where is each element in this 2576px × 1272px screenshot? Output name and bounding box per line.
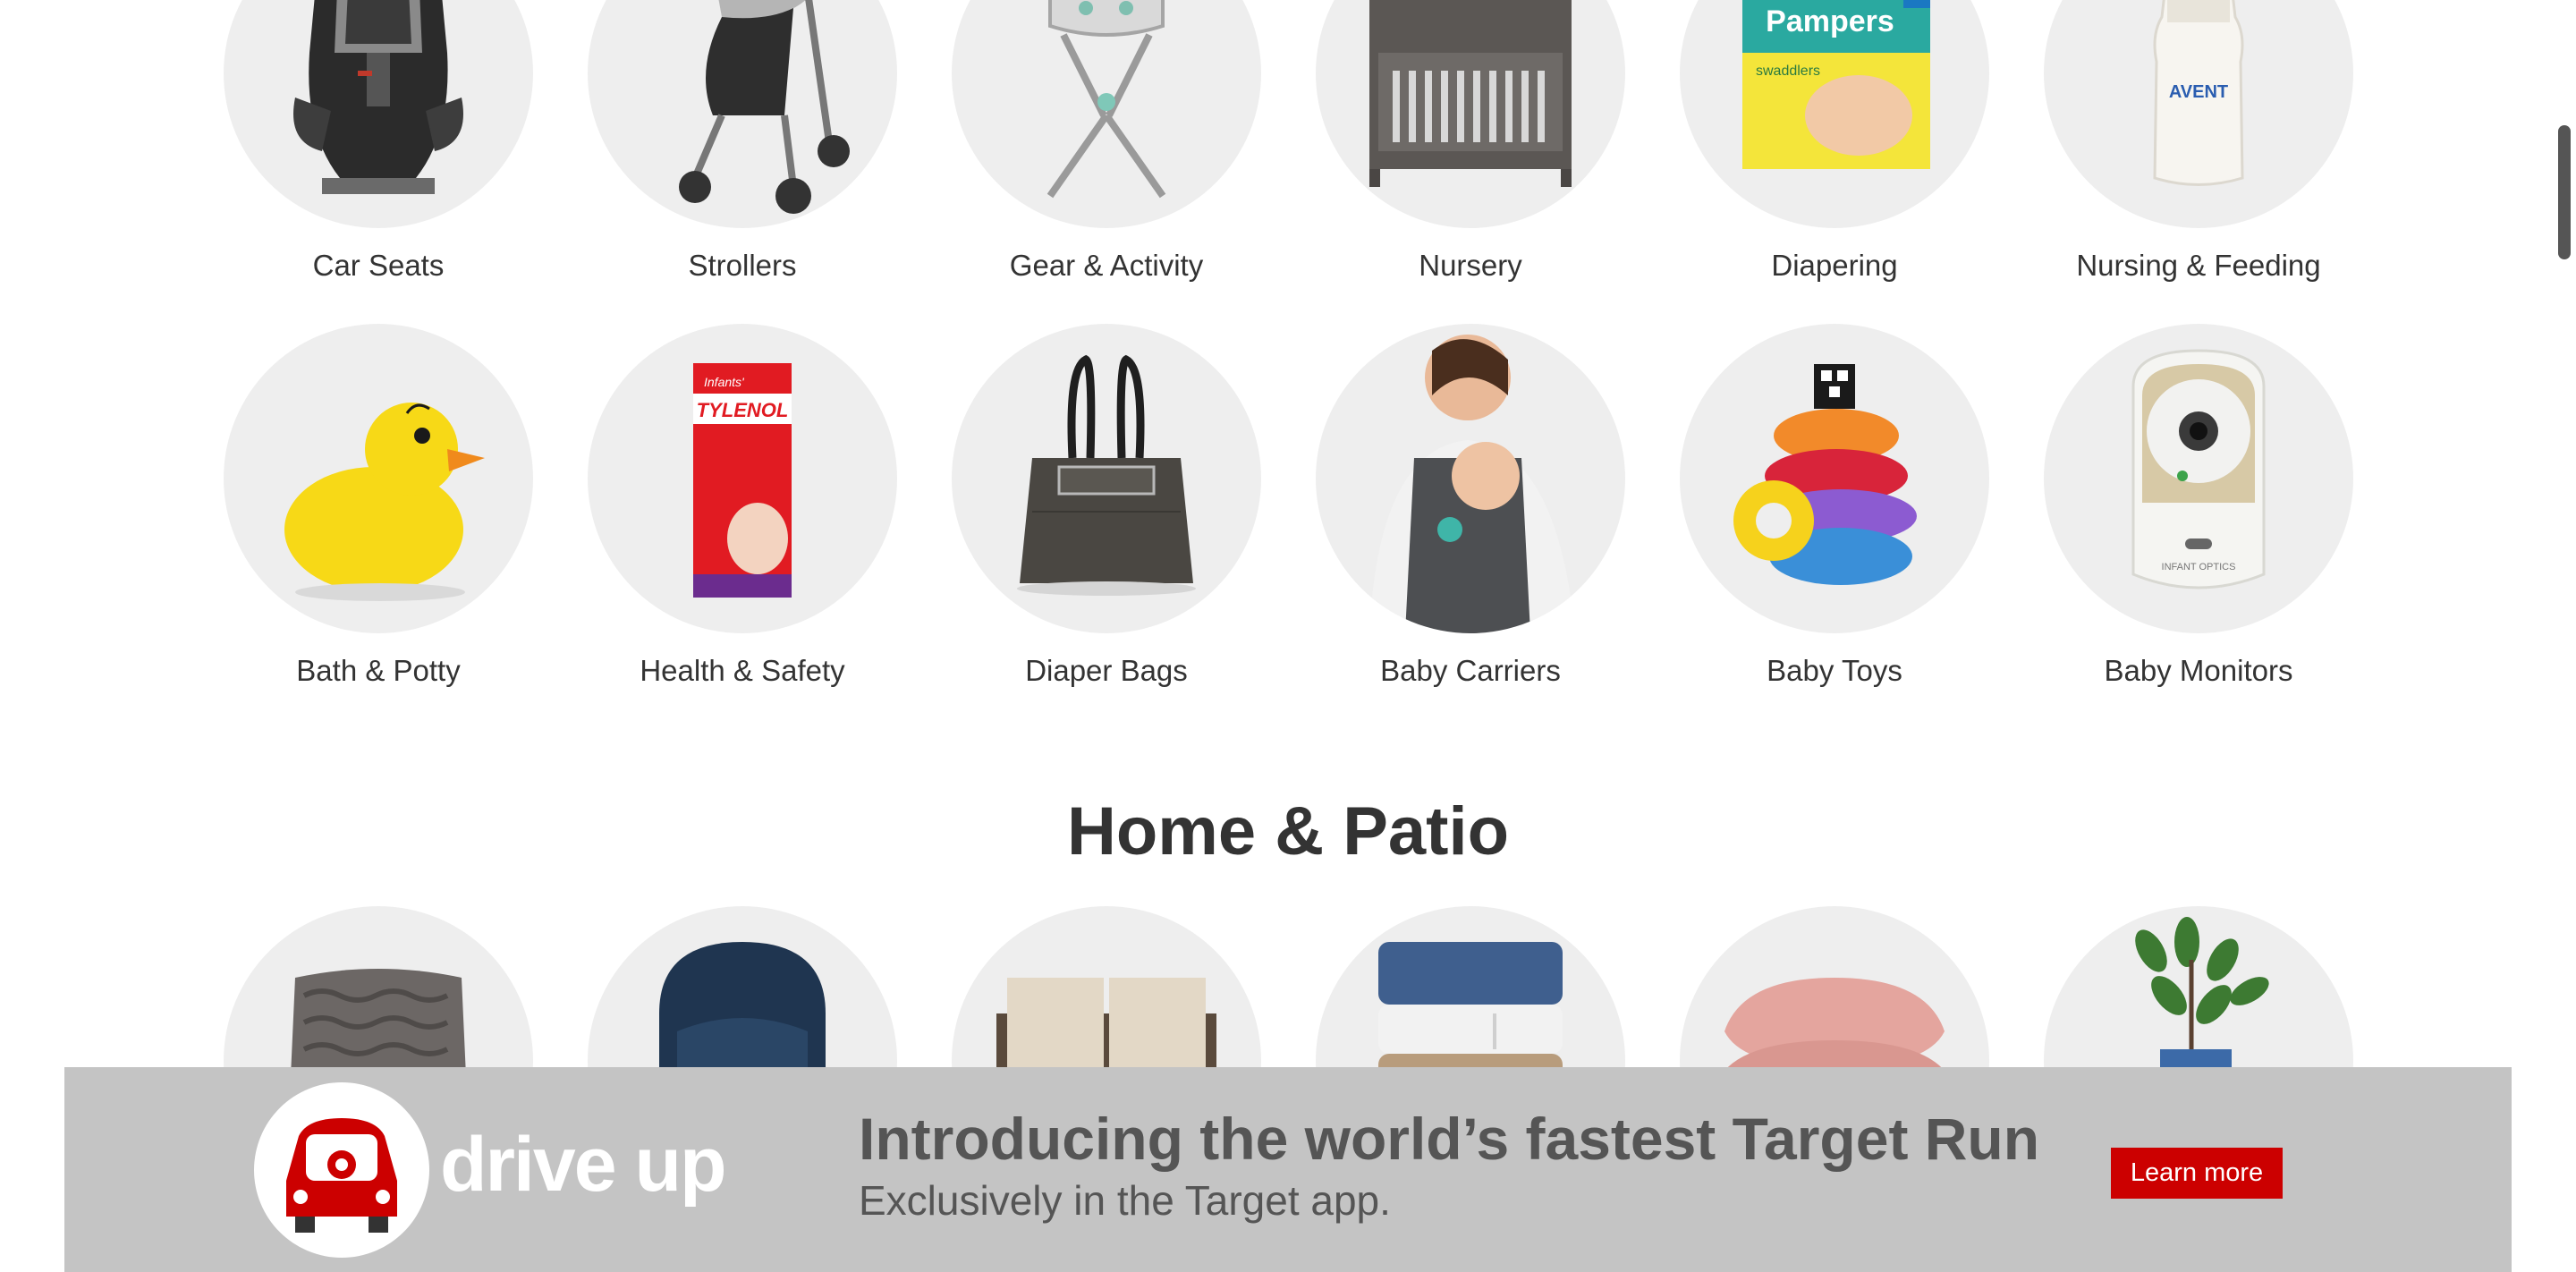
infants-text: Infants': [704, 375, 745, 389]
scrollbar-thumb[interactable]: [2558, 125, 2571, 259]
category-health-safety[interactable]: TYLENOL Infants' Health & Safety: [581, 324, 903, 689]
category-label: Car Seats: [312, 249, 445, 282]
baby-monitor-image[interactable]: INFANT OPTICS: [2044, 324, 2353, 633]
category-label: Nursery: [1419, 249, 1522, 282]
category-label: Baby Monitors: [2104, 654, 2293, 687]
car-icon: [286, 1118, 397, 1233]
stroller-image[interactable]: [588, 0, 897, 228]
tylenol-logo-text: TYLENOL: [697, 399, 789, 421]
drive-up-banner: drive up Introducing the world’s fastest…: [64, 1067, 2512, 1272]
category-label: Health & Safety: [640, 654, 845, 687]
baby-carrier-image[interactable]: [1316, 324, 1625, 633]
pampers-logo-text: Pampers: [1766, 4, 1894, 38]
category-diapering[interactable]: Pampers swaddlers Diapering: [1674, 0, 1996, 284]
category-strollers[interactable]: Strollers: [581, 0, 903, 284]
avent-logo-text: AVENT: [2169, 82, 2228, 102]
section-title-home-patio: Home & Patio: [1066, 793, 1510, 869]
banner-headline: Introducing the world’s fastest Target R…: [859, 1106, 2040, 1172]
category-baby-toys[interactable]: Baby Toys: [1674, 324, 1996, 689]
banner-subline: Exclusively in the Target app.: [859, 1177, 1391, 1224]
category-car-seats[interactable]: Car Seats: [217, 0, 539, 284]
drive-up-logo-text: drive up: [440, 1122, 727, 1208]
rubber-duck-image[interactable]: [224, 324, 533, 633]
category-baby-carriers[interactable]: Baby Carriers: [1309, 324, 1631, 689]
category-label: Diapering: [1771, 249, 1898, 282]
category-nursery[interactable]: Nursery: [1309, 0, 1631, 284]
category-label: Diaper Bags: [1025, 654, 1188, 687]
category-label: Baby Toys: [1767, 654, 1902, 687]
bouncer-image[interactable]: [952, 0, 1261, 228]
category-label: Strollers: [688, 249, 797, 282]
category-label: Baby Carriers: [1380, 654, 1561, 687]
category-baby-monitors[interactable]: INFANT OPTICS Baby Monitors: [2038, 324, 2360, 689]
medicine-box-image[interactable]: TYLENOL Infants': [588, 324, 897, 633]
infant-optics-logo-text: INFANT OPTICS: [2162, 562, 2236, 572]
drive-up-logo: [254, 1082, 429, 1258]
category-bath-potty[interactable]: Bath & Potty: [217, 324, 539, 689]
category-diaper-bags[interactable]: Diaper Bags: [945, 324, 1267, 689]
category-gear-activity[interactable]: Gear & Activity: [945, 0, 1267, 284]
learn-more-button[interactable]: Learn more: [2111, 1148, 2283, 1199]
category-label: Bath & Potty: [296, 654, 461, 687]
category-label: Nursing & Feeding: [2076, 249, 2321, 282]
swaddlers-text: swaddlers: [1756, 64, 1820, 79]
diaper-bag-image[interactable]: [952, 324, 1261, 633]
category-nursing-feeding[interactable]: AVENT Nursing & Feeding: [2038, 0, 2360, 284]
car-seat-image[interactable]: [224, 0, 533, 228]
crib-image[interactable]: [1316, 0, 1625, 228]
bottle-image[interactable]: AVENT: [2044, 0, 2353, 228]
stacking-rings-image[interactable]: [1680, 324, 1989, 633]
diapers-image[interactable]: Pampers swaddlers: [1680, 0, 1989, 228]
category-label: Gear & Activity: [1009, 249, 1204, 282]
